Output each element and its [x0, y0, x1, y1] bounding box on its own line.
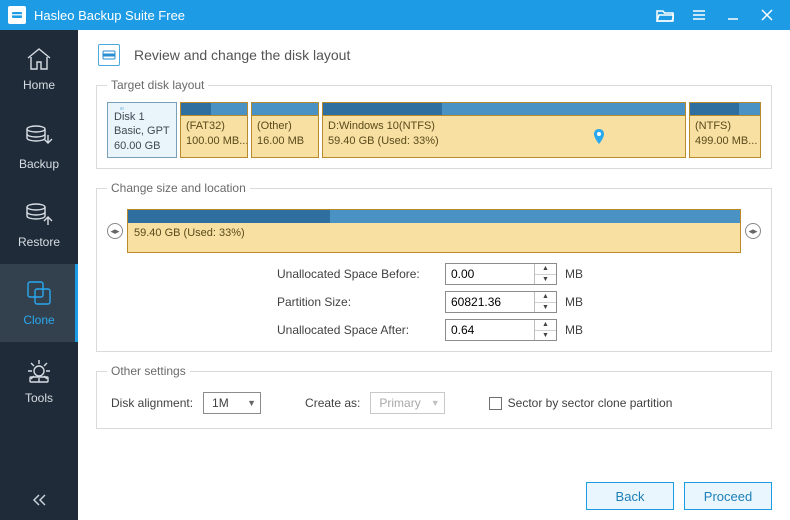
disk-name: Disk 1 — [114, 110, 170, 124]
open-button[interactable] — [648, 0, 682, 30]
sidebar-item-home[interactable]: Home — [0, 30, 78, 108]
page-header: Review and change the disk layout — [78, 30, 790, 76]
resize-partition-label: 59.40 GB (Used: 33%) — [128, 223, 740, 243]
sidebar-item-tools[interactable]: Tools — [0, 342, 78, 420]
sidebar-item-backup[interactable]: Backup — [0, 108, 78, 186]
partition-fat32[interactable]: (FAT32) 100.00 MB... — [180, 102, 248, 158]
sidebar-item-label: Restore — [18, 235, 60, 249]
disk-layout-icon — [98, 44, 120, 66]
close-button[interactable] — [750, 0, 784, 30]
partition-ntfs[interactable]: (NTFS) 499.00 MB... — [689, 102, 761, 158]
spin-up[interactable]: ▲ — [535, 292, 556, 303]
createas-label: Create as: — [305, 396, 360, 410]
partition-size: 100.00 MB... — [186, 134, 242, 149]
chevron-down-icon: ▼ — [431, 398, 440, 408]
unit-mb: MB — [565, 295, 583, 309]
menu-button[interactable] — [682, 0, 716, 30]
unalloc-before-input[interactable] — [446, 264, 534, 284]
target-legend: Target disk layout — [107, 78, 208, 92]
before-label: Unallocated Space Before: — [277, 267, 437, 281]
unalloc-after-input[interactable] — [446, 320, 534, 340]
chevron-down-icon: ▼ — [247, 398, 256, 408]
sidebar-item-label: Tools — [25, 391, 53, 405]
createas-select: Primary ▼ — [370, 392, 444, 414]
partition-other[interactable]: (Other) 16.00 MB — [251, 102, 319, 158]
resize-handle-right[interactable]: ◂▸ — [745, 223, 761, 239]
sector-clone-option[interactable]: Sector by sector clone partition — [489, 396, 673, 410]
titlebar: Hasleo Backup Suite Free — [0, 0, 790, 30]
unit-mb: MB — [565, 267, 583, 281]
sidebar-item-label: Home — [23, 78, 55, 92]
disk-info[interactable]: Disk 1 Basic, GPT 60.00 GB — [107, 102, 177, 158]
main-panel: Review and change the disk layout Target… — [78, 30, 790, 520]
proceed-button[interactable]: Proceed — [684, 482, 772, 510]
alignment-value: 1M — [212, 396, 229, 410]
partition-fs: (FAT32) — [186, 119, 242, 134]
alignment-label: Disk alignment: — [111, 396, 193, 410]
spin-up[interactable]: ▲ — [535, 320, 556, 331]
target-disk-fieldset: Target disk layout Disk 1 Basic, GPT 60.… — [96, 78, 772, 169]
resize-partition[interactable]: 59.40 GB (Used: 33%) — [127, 209, 741, 253]
app-icon — [8, 6, 26, 24]
other-fieldset: Other settings Disk alignment: 1M ▼ Crea… — [96, 364, 772, 429]
app-title: Hasleo Backup Suite Free — [34, 8, 185, 23]
footer: Back Proceed — [78, 472, 790, 520]
sidebar-item-label: Backup — [19, 157, 59, 171]
sidebar-item-label: Clone — [23, 313, 54, 327]
partition-size: 499.00 MB... — [695, 134, 755, 149]
other-legend: Other settings — [107, 364, 190, 378]
resize-legend: Change size and location — [107, 181, 250, 195]
spin-up[interactable]: ▲ — [535, 264, 556, 275]
size-label: Partition Size: — [277, 295, 437, 309]
spin-down[interactable]: ▼ — [535, 331, 556, 341]
collapse-sidebar-button[interactable] — [0, 480, 78, 520]
partition-size: 59.40 GB (Used: 33%) — [328, 134, 680, 149]
partition-fs: (Other) — [257, 119, 313, 134]
page-title: Review and change the disk layout — [134, 47, 350, 63]
createas-value: Primary — [379, 396, 420, 410]
resize-fieldset: Change size and location ◂▸ 59.40 GB (Us… — [96, 181, 772, 352]
partition-fs: D:Windows 10(NTFS) — [328, 119, 680, 134]
partition-size: 16.00 MB — [257, 134, 313, 149]
disk-type: Basic, GPT — [114, 124, 170, 138]
checkbox-icon — [489, 397, 502, 410]
minimize-button[interactable] — [716, 0, 750, 30]
partition-windows[interactable]: D:Windows 10(NTFS) 59.40 GB (Used: 33%) — [322, 102, 686, 158]
pin-icon — [593, 129, 605, 148]
partition-size-input[interactable] — [446, 292, 534, 312]
sidebar-item-restore[interactable]: Restore — [0, 186, 78, 264]
disk-size: 60.00 GB — [114, 139, 170, 153]
sidebar-item-clone[interactable]: Clone — [0, 264, 78, 342]
spin-down[interactable]: ▼ — [535, 303, 556, 313]
sidebar: Home Backup Restore Clone Tools — [0, 30, 78, 520]
sector-clone-label: Sector by sector clone partition — [508, 396, 673, 410]
alignment-select[interactable]: 1M ▼ — [203, 392, 261, 414]
after-label: Unallocated Space After: — [277, 323, 437, 337]
partition-fs: (NTFS) — [695, 119, 755, 134]
resize-handle-left[interactable]: ◂▸ — [107, 223, 123, 239]
spin-down[interactable]: ▼ — [535, 275, 556, 285]
unit-mb: MB — [565, 323, 583, 337]
back-button[interactable]: Back — [586, 482, 674, 510]
